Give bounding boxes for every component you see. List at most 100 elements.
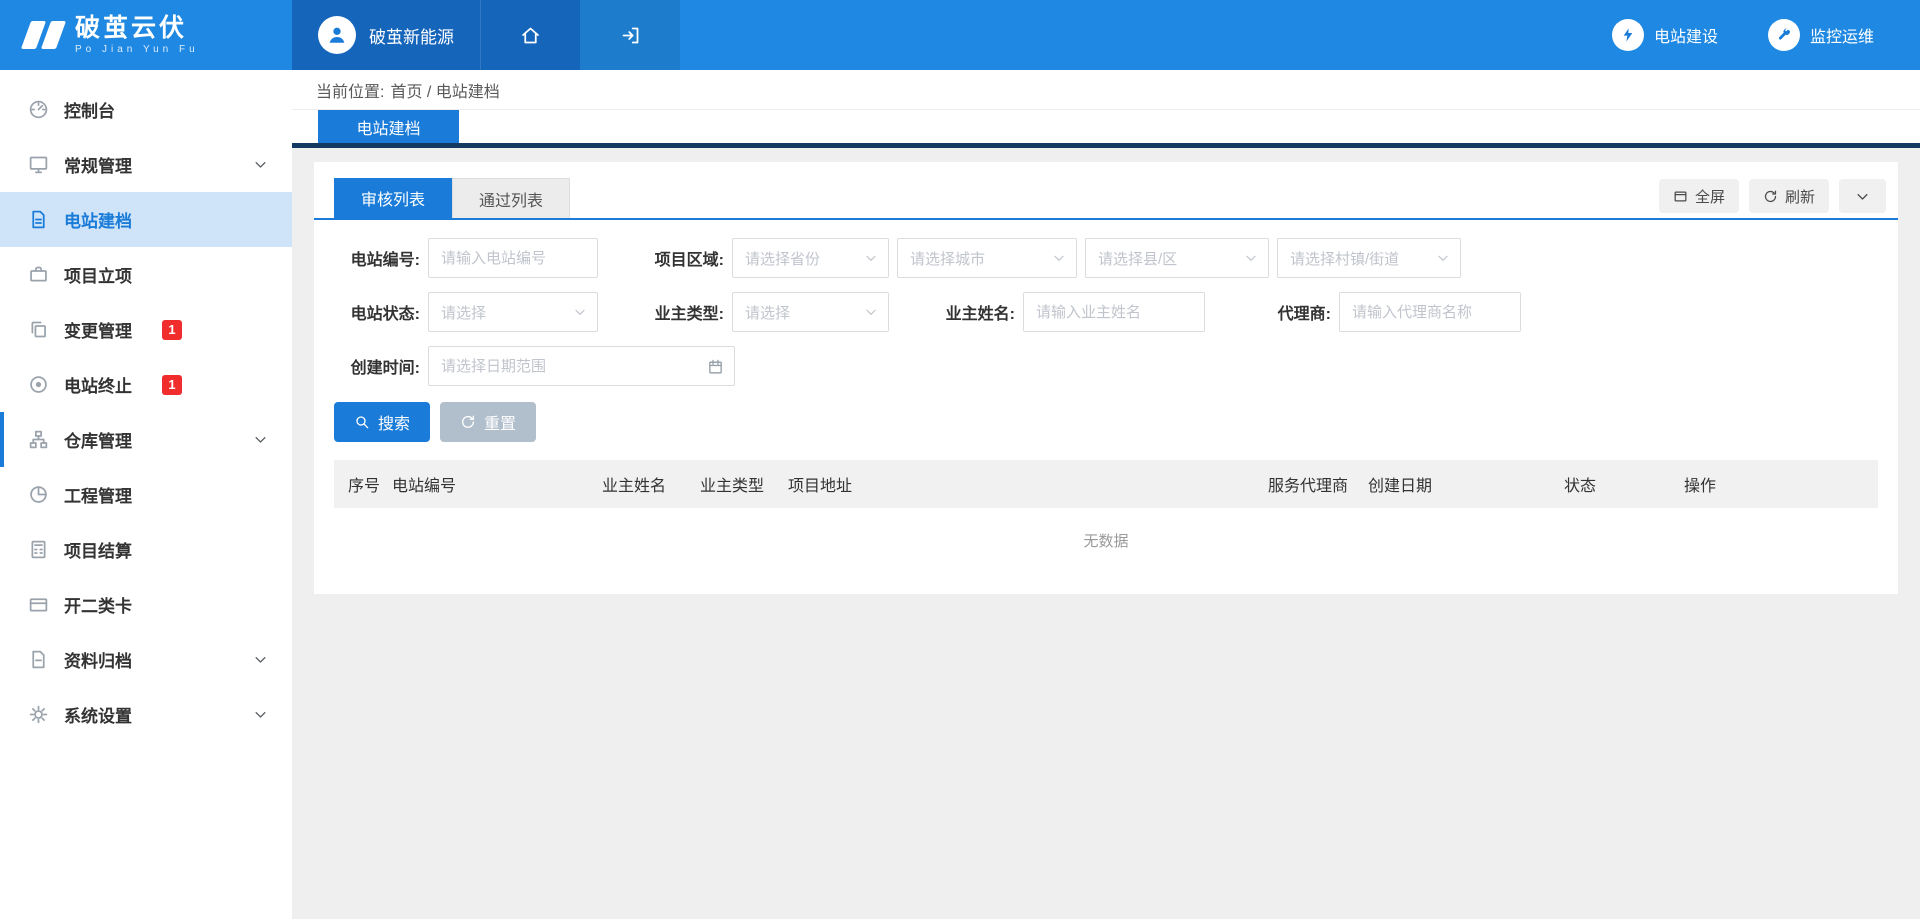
sidebar-item-label: 资料归档 xyxy=(64,647,132,672)
refresh-button[interactable]: 刷新 xyxy=(1749,179,1829,213)
tab-review-list[interactable]: 审核列表 xyxy=(334,178,452,218)
created-time-label: 创建时间: xyxy=(334,354,420,378)
sidebar-item-class2-card[interactable]: 开二类卡 xyxy=(0,577,292,632)
sidebar-item-engineering-mgmt[interactable]: 工程管理 xyxy=(0,467,292,522)
town-select[interactable]: 请选择村镇/街道 xyxy=(1277,238,1461,278)
card-icon xyxy=(28,594,49,615)
breadcrumb: 当前位置: 首页 / 电站建档 xyxy=(292,70,1920,110)
county-placeholder: 请选择县/区 xyxy=(1098,248,1177,269)
breadcrumb-path[interactable]: 首页 / 电站建档 xyxy=(390,78,499,102)
filter-actions: 搜索 重置 xyxy=(314,400,1898,442)
col-project-address: 项目地址 xyxy=(780,460,1260,508)
agent-label: 代理商: xyxy=(1245,300,1331,324)
home-button[interactable] xyxy=(480,0,580,70)
logout-button[interactable] xyxy=(580,0,680,70)
search-button[interactable]: 搜索 xyxy=(334,402,430,442)
calendar-icon[interactable] xyxy=(707,358,724,375)
status-placeholder: 请选择 xyxy=(441,302,486,323)
owner-name-input[interactable] xyxy=(1023,292,1205,332)
home-icon xyxy=(520,25,541,46)
col-actions: 操作 xyxy=(1676,460,1878,508)
bolt-glyph xyxy=(1620,27,1636,43)
chevron-down-icon xyxy=(253,707,268,722)
owner-name-label: 业主姓名: xyxy=(929,300,1015,324)
filter-row-1: 电站编号: 项目区域: 请选择省份 请选择城市 请选择县/区 请选择村镇/街道 xyxy=(334,238,1878,278)
panel-card: 审核列表 通过列表 全屏 刷新 电站编号: 项目区域: xyxy=(314,162,1898,594)
sidebar-item-label: 常规管理 xyxy=(64,152,132,177)
gear-icon xyxy=(28,704,49,725)
reset-button[interactable]: 重置 xyxy=(440,402,536,442)
sidebar-item-system-settings[interactable]: 系统设置 xyxy=(0,687,292,742)
table-header-row: 序号 电站编号 业主姓名 业主类型 项目地址 服务代理商 创建日期 状态 操作 xyxy=(334,460,1878,508)
sidebar-item-station-termination[interactable]: 电站终止 1 xyxy=(0,357,292,412)
sidebar-item-warehouse-mgmt[interactable]: 仓库管理 xyxy=(0,412,292,467)
agent-input[interactable] xyxy=(1339,292,1521,332)
monitor-icon xyxy=(28,154,49,175)
station-no-label: 电站编号: xyxy=(334,246,420,270)
notification-badge: 1 xyxy=(162,320,182,340)
brand-title: 破茧云伏 xyxy=(75,15,199,43)
main-content: 当前位置: 首页 / 电站建档 电站建档 审核列表 通过列表 全屏 刷新 xyxy=(292,70,1920,919)
province-select[interactable]: 请选择省份 xyxy=(732,238,889,278)
page-tabs: 电站建档 xyxy=(292,110,1920,148)
sidebar-item-project-initiation[interactable]: 项目立项 xyxy=(0,247,292,302)
tab-station-archive[interactable]: 电站建档 xyxy=(318,110,459,143)
calculator-icon xyxy=(28,539,49,560)
chevron-down-icon xyxy=(864,305,878,319)
chevron-down-icon xyxy=(1855,189,1870,204)
chevron-down-icon xyxy=(1244,251,1258,265)
city-select[interactable]: 请选择城市 xyxy=(897,238,1077,278)
station-status-select[interactable]: 请选择 xyxy=(428,292,598,332)
sidebar-item-label: 变更管理 xyxy=(64,317,132,342)
town-placeholder: 请选择村镇/街道 xyxy=(1290,248,1399,269)
col-owner-name: 业主姓名 xyxy=(594,460,692,508)
nav-station-build[interactable]: 电站建设 xyxy=(1612,19,1718,51)
logout-icon xyxy=(620,25,641,46)
header-spacer xyxy=(680,0,1612,70)
reset-label: 重置 xyxy=(484,410,516,434)
wrench-glyph xyxy=(1776,27,1792,43)
owner-type-select[interactable]: 请选择 xyxy=(732,292,889,332)
fullscreen-label: 全屏 xyxy=(1695,186,1725,207)
notification-badge: 1 xyxy=(162,375,182,395)
gauge-icon xyxy=(28,99,49,120)
nav-monitor-ops-label: 监控运维 xyxy=(1810,23,1874,47)
sidebar-item-change-mgmt[interactable]: 变更管理 1 xyxy=(0,302,292,357)
station-no-input[interactable] xyxy=(428,238,598,278)
refresh-icon xyxy=(1763,189,1778,204)
file-icon xyxy=(28,209,49,230)
briefcase-icon xyxy=(28,264,49,285)
county-select[interactable]: 请选择县/区 xyxy=(1085,238,1269,278)
nav-monitor-ops[interactable]: 监控运维 xyxy=(1768,19,1874,51)
col-service-agent: 服务代理商 xyxy=(1260,460,1360,508)
tab-passed-list[interactable]: 通过列表 xyxy=(452,178,570,218)
sidebar-item-data-archive[interactable]: 资料归档 xyxy=(0,632,292,687)
sidebar-item-console[interactable]: 控制台 xyxy=(0,82,292,137)
sidebar-item-project-settlement[interactable]: 项目结算 xyxy=(0,522,292,577)
date-range-picker[interactable] xyxy=(428,346,735,386)
fullscreen-button[interactable]: 全屏 xyxy=(1659,179,1739,213)
nav-station-build-label: 电站建设 xyxy=(1654,23,1718,47)
station-status-label: 电站状态: xyxy=(334,300,420,324)
date-range-input[interactable] xyxy=(429,347,707,385)
user-icon xyxy=(326,24,348,46)
sidebar-item-general-mgmt[interactable]: 常规管理 xyxy=(0,137,292,192)
copy-icon xyxy=(28,319,49,340)
chevron-down-icon xyxy=(253,157,268,172)
reset-icon xyxy=(460,414,476,430)
province-placeholder: 请选择省份 xyxy=(745,248,820,269)
sidebar-item-label: 电站终止 xyxy=(64,372,132,397)
sitemap-icon xyxy=(28,429,49,450)
bolt-icon xyxy=(1612,19,1644,51)
user-menu[interactable]: 破茧新能源 xyxy=(292,0,480,70)
header-right-nav: 电站建设 监控运维 xyxy=(1612,0,1920,70)
results-table: 序号 电站编号 业主姓名 业主类型 项目地址 服务代理商 创建日期 状态 操作 … xyxy=(334,460,1878,572)
sidebar-item-station-archive[interactable]: 电站建档 xyxy=(0,192,292,247)
city-placeholder: 请选择城市 xyxy=(910,248,985,269)
app-logo[interactable]: 破茧云伏 Po Jian Yun Fu xyxy=(0,0,292,70)
chevron-down-icon xyxy=(573,305,587,319)
pie-chart-icon xyxy=(28,484,49,505)
empty-state: 无数据 xyxy=(334,508,1878,572)
document-icon xyxy=(28,649,49,670)
collapse-filters-button[interactable] xyxy=(1839,179,1886,213)
